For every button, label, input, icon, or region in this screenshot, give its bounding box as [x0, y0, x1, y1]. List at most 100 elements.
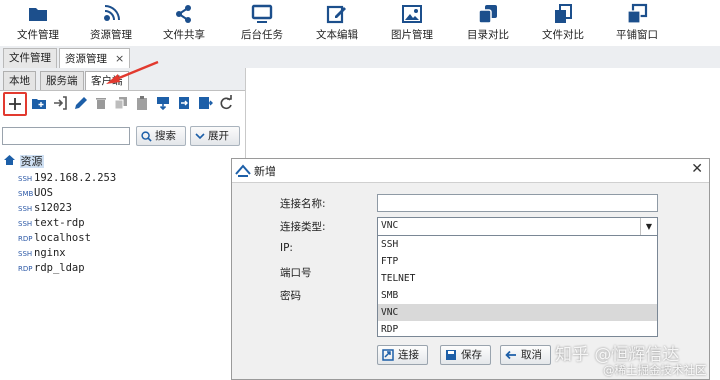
toolbar-label: 文本编辑: [316, 29, 358, 41]
protocol-tag: RDP: [18, 265, 33, 273]
new-folder-button[interactable]: [31, 95, 49, 113]
dropdown-option[interactable]: SSH: [378, 236, 657, 253]
paste-icon: [137, 96, 147, 110]
dropdown-option[interactable]: TELNET: [378, 270, 657, 287]
file-compare-button[interactable]: 文件对比: [527, 0, 599, 46]
file-share-button[interactable]: 文件共享: [148, 0, 220, 46]
annotation-arrow: [106, 60, 159, 84]
search-row: 搜索 展开: [0, 126, 245, 148]
windows-icon: [627, 3, 648, 24]
file-manager-button[interactable]: 文件管理: [2, 0, 74, 46]
main-toolbar: 文件管理 资源管理 文件共享 后台任务 文本编辑 图片管理 目录对比 文件对比 …: [0, 0, 720, 47]
dropdown-option-selected[interactable]: VNC: [378, 304, 657, 321]
dialog-title: 新增: [254, 165, 276, 178]
connection-name-field[interactable]: [377, 194, 658, 212]
dialog-titlebar: 新增 ✕: [232, 159, 709, 183]
copy-button[interactable]: [113, 95, 131, 113]
image-manager-button[interactable]: 图片管理: [376, 0, 448, 46]
dropdown-option[interactable]: RDP: [378, 321, 657, 338]
toolbar-label: 后台任务: [241, 29, 283, 41]
password-label: 密码: [280, 290, 301, 302]
tab-local[interactable]: 本地: [3, 71, 36, 90]
connection-name: rdp_ldap: [34, 262, 85, 274]
add-button[interactable]: [3, 92, 27, 116]
refresh-button[interactable]: [218, 95, 236, 113]
tile-windows-button[interactable]: 平铺窗口: [601, 0, 673, 46]
share-icon: [176, 5, 191, 23]
export-button[interactable]: [176, 95, 194, 113]
monitor-icon: [251, 4, 273, 23]
file-compare-icon: [555, 4, 572, 23]
download-icon: [157, 97, 169, 111]
text-edit-button[interactable]: 文本编辑: [301, 0, 373, 46]
export-file-button[interactable]: [197, 95, 215, 113]
tree-item[interactable]: RDP localhost: [18, 230, 91, 246]
connection-name: localhost: [34, 232, 91, 244]
download-button[interactable]: [155, 95, 173, 113]
close-icon[interactable]: ✕: [691, 161, 703, 177]
cancel-button[interactable]: 取消: [500, 345, 551, 365]
tab-label: 文件管理: [9, 52, 51, 64]
toolbar-label: 目录对比: [467, 29, 509, 41]
connection-name: UOS: [34, 187, 53, 199]
tab-server[interactable]: 服务端: [40, 71, 84, 90]
tab-label: 本地: [9, 75, 30, 87]
delete-button[interactable]: [93, 95, 111, 113]
port-label: 端口号: [280, 267, 312, 279]
toolbar-label: 文件对比: [542, 29, 584, 41]
chevron-down-icon: [195, 133, 205, 140]
connection-name: s12023: [34, 202, 72, 214]
back-arrow-icon: [505, 350, 516, 360]
tree-item[interactable]: SSH 192.168.2.253: [18, 170, 116, 186]
save-button[interactable]: 保存: [440, 345, 491, 365]
tree-root[interactable]: 资源: [3, 154, 44, 170]
resource-manager-button[interactable]: 资源管理: [75, 0, 147, 46]
toolbar-label: 图片管理: [391, 29, 433, 41]
dropdown-option[interactable]: SMB: [378, 287, 657, 304]
home-icon: [4, 155, 15, 165]
app-logo-icon: [235, 164, 251, 177]
image-icon: [402, 5, 422, 23]
copy-icon: [114, 97, 127, 110]
search-button[interactable]: 搜索: [136, 126, 186, 146]
type-label: 连接类型:: [280, 221, 326, 233]
export-file-icon: [199, 97, 213, 109]
search-input[interactable]: [2, 127, 130, 145]
tree-item[interactable]: SSH nginx: [18, 245, 66, 261]
search-label: 搜索: [155, 130, 176, 142]
tree-item[interactable]: SSH text-rdp: [18, 215, 85, 231]
copy-icon: [478, 5, 497, 24]
dropdown-option[interactable]: FTP: [378, 253, 657, 270]
tab-label: 服务端: [46, 75, 78, 87]
chevron-down-icon[interactable]: ▼: [640, 218, 657, 235]
connection-type-select[interactable]: VNC ▼: [377, 217, 658, 236]
save-label: 保存: [461, 349, 482, 361]
expand-button[interactable]: 展开: [190, 126, 240, 146]
connect-button[interactable]: 连接: [377, 345, 428, 365]
tree-item[interactable]: SSH s12023: [18, 200, 72, 216]
tree-root-label: 资源: [19, 155, 44, 168]
search-icon: [141, 130, 152, 142]
save-icon: [446, 350, 456, 360]
connection-name: nginx: [34, 247, 66, 259]
connect-icon: [382, 349, 394, 361]
connection-name: text-rdp: [34, 217, 85, 229]
resource-tree: 资源 SSH 192.168.2.253 SMBUOS SSH s12023 SSH…: [0, 154, 245, 374]
edit-icon: [75, 97, 87, 109]
toolbar-label: 文件共享: [163, 29, 205, 41]
tree-item[interactable]: RDP rdp_ldap: [18, 260, 85, 276]
edit-button[interactable]: [73, 95, 91, 113]
background-task-button[interactable]: 后台任务: [226, 0, 298, 46]
new-folder-icon: [32, 99, 46, 109]
dir-compare-button[interactable]: 目录对比: [452, 0, 524, 46]
action-icon-bar: [0, 92, 245, 118]
add-icon: [9, 98, 21, 110]
paste-button[interactable]: [134, 95, 152, 113]
tree-item[interactable]: SMBUOS: [18, 185, 53, 201]
toolbar-label: 资源管理: [90, 29, 132, 41]
import-button[interactable]: [52, 95, 70, 113]
tab-file-manager[interactable]: 文件管理: [3, 48, 57, 68]
toolbar-label: 文件管理: [17, 29, 59, 41]
selected-type: VNC: [381, 220, 399, 231]
satellite-icon: [104, 5, 120, 21]
